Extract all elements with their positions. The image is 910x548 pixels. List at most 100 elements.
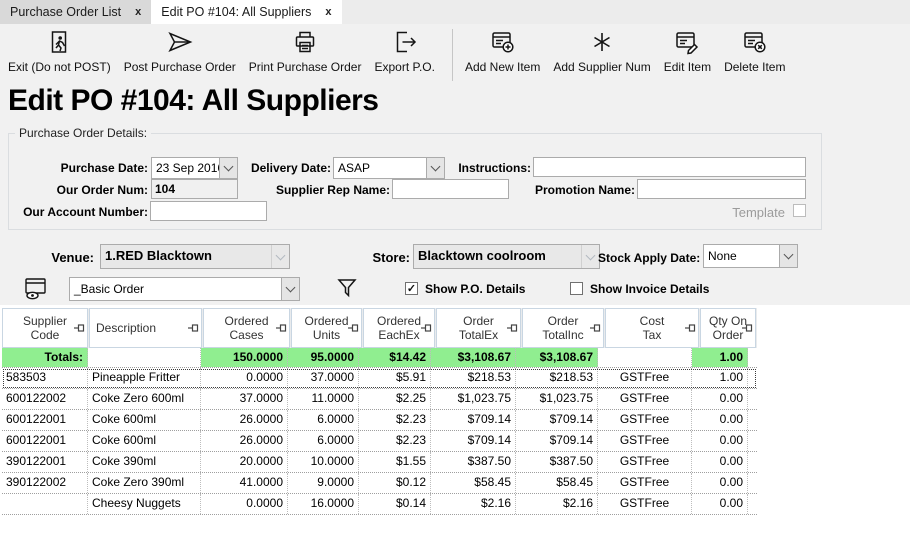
dropdown-button[interactable] bbox=[779, 245, 797, 267]
tab-edit-po[interactable]: Edit PO #104: All Suppliers x bbox=[151, 0, 341, 24]
column-header[interactable]: Ordered Units bbox=[291, 308, 362, 348]
chevron-down-icon bbox=[286, 283, 296, 293]
table-cell: $2.25 bbox=[359, 389, 431, 409]
post-purchase-order-button[interactable]: Post Purchase Order bbox=[124, 25, 236, 74]
dropdown-button[interactable] bbox=[281, 278, 299, 300]
dropdown-button[interactable] bbox=[219, 158, 237, 178]
column-pin-icon[interactable] bbox=[74, 323, 85, 333]
stock-apply-date-combo[interactable]: None bbox=[703, 244, 798, 268]
column-header[interactable]: Ordered EachEx bbox=[363, 308, 435, 348]
column-pin-icon[interactable] bbox=[276, 323, 287, 333]
show-po-details-label: Show P.O. Details bbox=[425, 281, 525, 297]
supplier-rep-name-label: Supplier Rep Name: bbox=[270, 180, 390, 200]
instructions-label: Instructions: bbox=[455, 158, 531, 178]
table-row[interactable]: 583503Pineapple Fritter0.000037.0000$5.9… bbox=[2, 368, 757, 389]
table-cell: $1,023.75 bbox=[516, 389, 598, 409]
table-cell: 0.00 bbox=[692, 494, 748, 514]
instructions-input[interactable] bbox=[533, 157, 806, 177]
table-cell: 0.00 bbox=[692, 389, 748, 409]
button-label: Add New Item bbox=[465, 60, 540, 74]
group-legend: Purchase Order Details: bbox=[15, 126, 151, 140]
show-invoice-details-checkbox[interactable] bbox=[570, 282, 583, 295]
tab-purchase-order-list[interactable]: Purchase Order List x bbox=[0, 0, 151, 24]
table-cell: $2.16 bbox=[431, 494, 516, 514]
button-label: Edit Item bbox=[664, 60, 711, 74]
table-cell: $709.14 bbox=[516, 410, 598, 430]
table-row[interactable]: Cheesy Nuggets0.000016.0000$0.14$2.16$2.… bbox=[2, 494, 757, 515]
table-cell: 9.0000 bbox=[288, 473, 359, 493]
button-label: Export P.O. bbox=[374, 60, 434, 74]
order-view-icon[interactable] bbox=[24, 277, 48, 306]
table-cell: GSTFree bbox=[598, 452, 692, 472]
edit-item-button[interactable]: Edit Item bbox=[664, 25, 711, 74]
stock-apply-date-label: Stock Apply Date: bbox=[598, 248, 698, 268]
column-pin-icon[interactable] bbox=[742, 323, 753, 333]
add-new-item-button[interactable]: Add New Item bbox=[465, 25, 540, 74]
our-account-number-label: Our Account Number: bbox=[18, 202, 148, 222]
tab-close-icon[interactable]: x bbox=[135, 6, 141, 18]
table-row[interactable]: 390122001Coke 390ml20.000010.0000$1.55$3… bbox=[2, 452, 757, 473]
table-cell: $709.14 bbox=[516, 431, 598, 451]
purchase-date-combo[interactable]: 23 Sep 2016 bbox=[151, 157, 238, 179]
venue-label: Venue: bbox=[30, 248, 94, 268]
column-pin-icon[interactable] bbox=[421, 323, 432, 333]
button-label: Print Purchase Order bbox=[249, 60, 362, 74]
template-checkbox[interactable] bbox=[793, 204, 806, 217]
table-row[interactable]: 600122001Coke 600ml26.00006.0000$2.23$70… bbox=[2, 431, 757, 452]
delivery-date-combo[interactable]: ASAP bbox=[333, 157, 445, 179]
table-row[interactable]: 390122002Coke Zero 390ml41.00009.0000$0.… bbox=[2, 473, 757, 494]
column-header[interactable]: Order TotalEx bbox=[436, 308, 521, 348]
filter-funnel-icon[interactable] bbox=[337, 278, 357, 303]
delete-item-button[interactable]: Delete Item bbox=[724, 25, 785, 74]
button-label: Delete Item bbox=[724, 60, 785, 74]
supplier-rep-name-input[interactable] bbox=[392, 179, 509, 199]
table-cell: 6.0000 bbox=[288, 410, 359, 430]
order-type-value: _Basic Order bbox=[70, 278, 281, 300]
column-pin-icon[interactable] bbox=[188, 323, 199, 333]
column-header[interactable]: Cost Tax bbox=[605, 308, 699, 348]
table-row[interactable]: 600122002Coke Zero 600ml37.000011.0000$2… bbox=[2, 389, 757, 410]
show-po-details-checkbox[interactable]: ✓ bbox=[405, 282, 418, 295]
table-row[interactable]: 600122001Coke 600ml26.00006.0000$2.23$70… bbox=[2, 410, 757, 431]
export-po-button[interactable]: Export P.O. bbox=[374, 25, 434, 74]
asterisk-icon bbox=[589, 29, 615, 55]
column-header[interactable]: Qty On Order bbox=[700, 308, 756, 348]
stock-apply-date-value: None bbox=[704, 245, 779, 267]
table-cell: 11.0000 bbox=[288, 389, 359, 409]
tab-close-icon[interactable]: x bbox=[325, 6, 331, 18]
add-supplier-num-button[interactable]: Add Supplier Num bbox=[553, 25, 650, 74]
column-header[interactable]: Description bbox=[89, 308, 202, 348]
table-cell: $2.23 bbox=[359, 431, 431, 451]
table-cell: 26.0000 bbox=[201, 431, 288, 451]
table-cell: GSTFree bbox=[598, 494, 692, 514]
table-cell: $58.45 bbox=[516, 473, 598, 493]
print-purchase-order-button[interactable]: Print Purchase Order bbox=[249, 25, 362, 74]
column-header[interactable]: Order TotalInc bbox=[522, 308, 604, 348]
toolbar-separator bbox=[452, 29, 453, 81]
column-header[interactable]: Ordered Cases bbox=[203, 308, 290, 348]
column-pin-icon[interactable] bbox=[348, 323, 359, 333]
column-pin-icon[interactable] bbox=[590, 323, 601, 333]
our-order-num-label: Our Order Num: bbox=[40, 180, 148, 200]
table-cell: 150.0000 bbox=[201, 348, 288, 367]
order-type-combo[interactable]: _Basic Order bbox=[69, 277, 300, 301]
table-cell: $0.12 bbox=[359, 473, 431, 493]
venue-combo[interactable]: 1.RED Blacktown bbox=[100, 244, 290, 269]
table-cell: 95.0000 bbox=[288, 348, 359, 367]
dropdown-button bbox=[581, 245, 599, 268]
table-cell: 20.0000 bbox=[201, 452, 288, 472]
our-account-number-input[interactable] bbox=[150, 201, 267, 221]
table-cell: $218.53 bbox=[516, 368, 598, 388]
edit-item-icon bbox=[674, 29, 700, 55]
exit-button[interactable]: Exit (Do not POST) bbox=[8, 25, 111, 74]
chevron-down-icon bbox=[276, 250, 286, 260]
table-cell: 37.0000 bbox=[288, 368, 359, 388]
store-combo[interactable]: Blacktown coolroom bbox=[413, 244, 600, 269]
column-pin-icon[interactable] bbox=[685, 323, 696, 333]
promotion-name-input[interactable] bbox=[637, 179, 806, 199]
column-pin-icon[interactable] bbox=[507, 323, 518, 333]
column-header[interactable]: Supplier Code bbox=[2, 308, 88, 348]
chevron-down-icon bbox=[784, 250, 794, 260]
dropdown-button[interactable] bbox=[426, 158, 444, 178]
page-title: Edit PO #104: All Suppliers bbox=[8, 84, 379, 118]
